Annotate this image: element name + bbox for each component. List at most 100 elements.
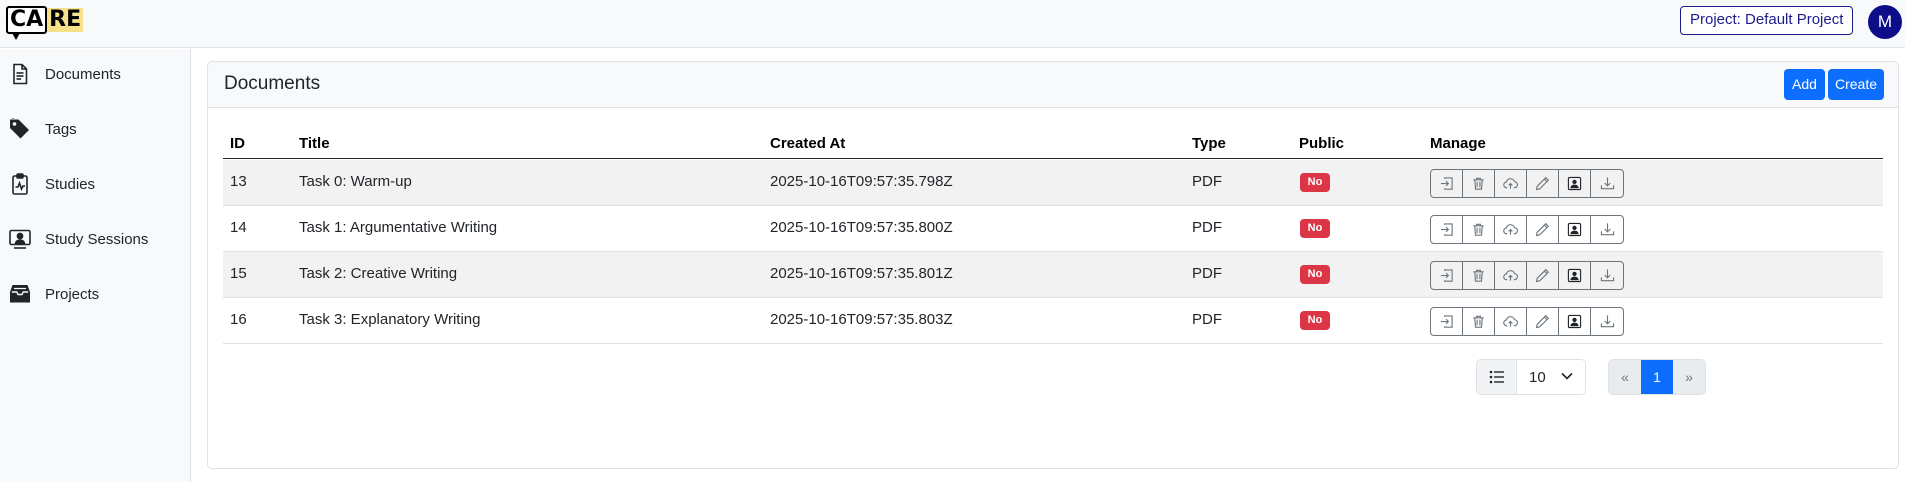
document-icon — [13, 63, 28, 85]
cloud-upload-button[interactable] — [1495, 170, 1527, 197]
pencil-button[interactable] — [1527, 216, 1559, 243]
table-row: 14 Task 1: Argumentative Writing 2025-10-1… — [223, 206, 1883, 252]
card-header: Documents Add Create — [208, 62, 1898, 108]
trash-button[interactable] — [1463, 308, 1495, 335]
documents-card: Documents Add Create ID Title Created At… — [207, 61, 1899, 469]
cell-type: PDF — [1192, 219, 1222, 236]
sidebar-item-documents[interactable]: Documents — [0, 54, 190, 94]
download-button[interactable] — [1591, 308, 1623, 335]
care-logo[interactable]: CA RE — [6, 6, 84, 40]
sidebar-item-label: Projects — [45, 285, 100, 303]
trash-button[interactable] — [1463, 216, 1495, 243]
trash-icon — [1471, 222, 1486, 237]
pagination: « 1 » — [1608, 359, 1706, 395]
trash-icon — [1471, 314, 1486, 329]
cell-type: PDF — [1192, 311, 1222, 328]
enter-icon — [1439, 268, 1454, 283]
cell-id: 13 — [230, 173, 247, 190]
cloud-upload-button[interactable] — [1495, 262, 1527, 289]
project-selector-button[interactable]: Project: Default Project — [1680, 6, 1854, 35]
enter-button[interactable] — [1431, 170, 1463, 197]
cell-title: Task 1: Argumentative Writing — [299, 219, 498, 236]
tag-icon — [10, 118, 29, 139]
pagination-page-1[interactable]: 1 — [1641, 360, 1673, 394]
trash-button[interactable] — [1463, 170, 1495, 197]
pencil-icon — [1535, 176, 1550, 191]
top-navbar: CA RE Project: Default Project M — [0, 0, 1905, 48]
trash-button[interactable] — [1463, 262, 1495, 289]
page-size-value: 10 — [1529, 368, 1546, 386]
download-icon — [1600, 314, 1615, 329]
sidebar-item-projects[interactable]: Projects — [0, 274, 190, 314]
manage-button-group — [1430, 169, 1624, 198]
column-header-manage: Manage — [1430, 135, 1486, 152]
cell-id: 14 — [230, 219, 247, 236]
download-icon — [1600, 222, 1615, 237]
list-icon — [1477, 360, 1517, 394]
download-button[interactable] — [1591, 262, 1623, 289]
enter-button[interactable] — [1431, 308, 1463, 335]
cell-created-at: 2025-10-16T09:57:35.801Z — [770, 265, 953, 282]
cloud-upload-icon — [1503, 176, 1518, 191]
cloud-upload-button[interactable] — [1495, 308, 1527, 335]
sidebar-item-tags[interactable]: Tags — [0, 109, 190, 149]
pencil-button[interactable] — [1527, 170, 1559, 197]
manage-button-group — [1430, 261, 1624, 290]
cell-id: 15 — [230, 265, 247, 282]
cell-created-at: 2025-10-16T09:57:35.803Z — [770, 311, 953, 328]
pencil-button[interactable] — [1527, 308, 1559, 335]
column-header-created-at[interactable]: Created At — [770, 135, 845, 152]
public-status-badge: No — [1300, 173, 1330, 192]
download-button[interactable] — [1591, 216, 1623, 243]
pencil-icon — [1535, 268, 1550, 283]
logo-ca: CA — [6, 6, 48, 40]
page-title: Documents — [224, 73, 321, 94]
add-button[interactable]: Add — [1784, 69, 1825, 100]
person-badge-button[interactable] — [1559, 262, 1591, 289]
cell-title: Task 3: Explanatory Writing — [299, 311, 481, 328]
public-status-badge: No — [1300, 219, 1330, 238]
download-button[interactable] — [1591, 170, 1623, 197]
column-header-public[interactable]: Public — [1299, 135, 1344, 152]
person-badge-icon — [1567, 222, 1582, 237]
user-avatar[interactable]: M — [1868, 5, 1902, 39]
sidebar: Documents Tags Studies Study Sessions Pr… — [0, 49, 191, 482]
sidebar-item-label: Study Sessions — [45, 230, 149, 248]
pagination-next[interactable]: » — [1673, 360, 1705, 394]
cell-type: PDF — [1192, 173, 1222, 190]
public-status-badge: No — [1300, 311, 1330, 330]
person-badge-button[interactable] — [1559, 170, 1591, 197]
column-header-id[interactable]: ID — [230, 135, 245, 152]
table-row: 15 Task 2: Creative Writing 2025-10-16T09:… — [223, 252, 1883, 298]
sidebar-item-study-sessions[interactable]: Study Sessions — [0, 219, 190, 259]
pencil-icon — [1535, 314, 1550, 329]
table-header: ID Title Created At Type Public Manage — [223, 129, 1883, 159]
manage-button-group — [1430, 215, 1624, 244]
page-size-select[interactable]: 10 — [1517, 360, 1585, 394]
enter-button[interactable] — [1431, 216, 1463, 243]
page-size-control: 10 — [1476, 359, 1586, 395]
manage-button-group — [1430, 307, 1624, 336]
pencil-button[interactable] — [1527, 262, 1559, 289]
create-button[interactable]: Create — [1828, 69, 1884, 100]
public-status-badge: No — [1300, 265, 1330, 284]
cloud-upload-button[interactable] — [1495, 216, 1527, 243]
trash-icon — [1471, 268, 1486, 283]
person-badge-icon — [1567, 176, 1582, 191]
person-badge-button[interactable] — [1559, 216, 1591, 243]
column-header-type[interactable]: Type — [1192, 135, 1226, 152]
cell-created-at: 2025-10-16T09:57:35.798Z — [770, 173, 953, 190]
table-row: 16 Task 3: Explanatory Writing 2025-10-16T… — [223, 298, 1883, 344]
cell-created-at: 2025-10-16T09:57:35.800Z — [770, 219, 953, 236]
sidebar-item-label: Tags — [45, 120, 77, 138]
person-badge-button[interactable] — [1559, 308, 1591, 335]
enter-button[interactable] — [1431, 262, 1463, 289]
enter-icon — [1439, 222, 1454, 237]
sidebar-item-label: Documents — [45, 65, 121, 83]
download-icon — [1600, 176, 1615, 191]
enter-icon — [1439, 314, 1454, 329]
column-header-title[interactable]: Title — [299, 135, 330, 152]
sidebar-item-studies[interactable]: Studies — [0, 164, 190, 204]
pagination-prev[interactable]: « — [1609, 360, 1641, 394]
table-row: 13 Task 0: Warm-up 2025-10-16T09:57:35.798… — [223, 160, 1883, 206]
